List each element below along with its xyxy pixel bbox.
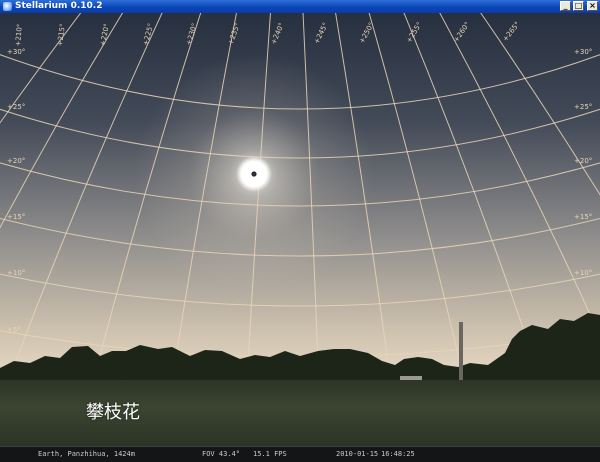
- altitude-label-right: +25°: [574, 103, 592, 111]
- mast-pole: [459, 322, 463, 388]
- altitude-label-right: +15°: [574, 213, 592, 221]
- altitude-label-left: +25°: [7, 103, 25, 111]
- status-bar: Earth, Panzhihua, 1424m FOV 43.4° 15.1 F…: [0, 446, 600, 462]
- altitude-label-left: +15°: [7, 213, 25, 221]
- time-readout: 16:48:25: [381, 450, 415, 458]
- stellarium-window: Stellarium 0.10.2 _ □ × +5° +10° +10° +1…: [0, 0, 600, 462]
- date-readout: 2010-01-15: [336, 450, 379, 458]
- altitude-label-left: +5°: [7, 326, 21, 334]
- stellarium-app-icon: [3, 2, 12, 11]
- title-bar[interactable]: Stellarium 0.10.2 _ □ ×: [0, 0, 600, 13]
- minimize-button[interactable]: _: [560, 1, 571, 11]
- sky-view[interactable]: +5°+5°+10°+10°+15°+15°+20°+20°+25°+25°+3…: [0, 13, 600, 448]
- altitude-label-right: +10°: [574, 269, 592, 277]
- altitude-label-left: +20°: [7, 157, 25, 165]
- sun-marker: [251, 171, 257, 177]
- fov-readout: FOV 43.4°: [202, 450, 240, 458]
- altitude-label-left: +30°: [7, 48, 25, 56]
- location-readout: Earth, Panzhihua, 1424m: [38, 450, 135, 458]
- landscape-name-label: 攀枝花: [86, 402, 140, 423]
- window-title: Stellarium 0.10.2: [15, 1, 103, 11]
- fps-readout: 15.1 FPS: [253, 450, 287, 458]
- sun[interactable]: [236, 156, 272, 192]
- altitude-label-left: +10°: [7, 269, 25, 277]
- close-button[interactable]: ×: [587, 1, 598, 11]
- altitude-label-right: +30°: [574, 48, 592, 56]
- maximize-button[interactable]: □: [573, 1, 584, 11]
- altitude-label-right: +20°: [574, 157, 592, 165]
